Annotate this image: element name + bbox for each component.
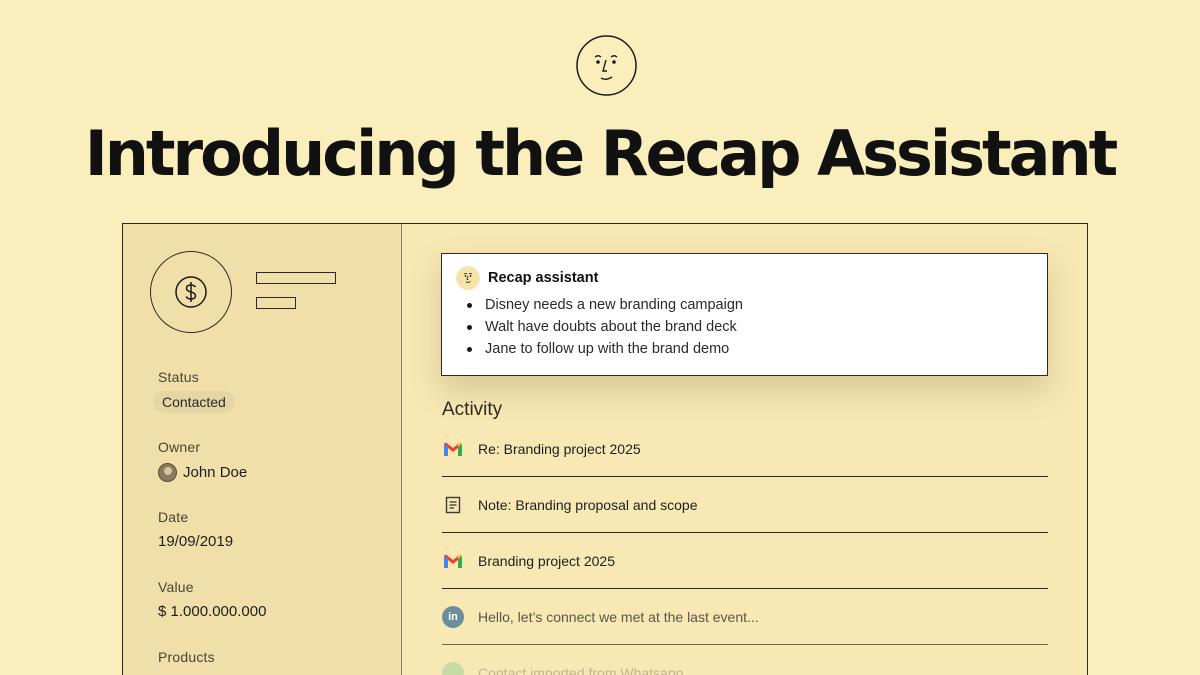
activity-item-whatsapp[interactable]: Contact imported from Whatsapp bbox=[442, 645, 1048, 675]
owner-field: Owner John Doe bbox=[158, 439, 247, 482]
recap-assistant-card: Recap assistant Disney needs a new brand… bbox=[441, 253, 1048, 376]
face-logo-icon bbox=[576, 35, 637, 96]
gmail-icon bbox=[442, 438, 464, 460]
activity-title: Activity bbox=[442, 399, 503, 420]
activity-item-linkedin[interactable]: in Hello, let’s connect we met at the la… bbox=[442, 589, 1048, 645]
products-field: Products bbox=[158, 649, 215, 665]
status-label: Status bbox=[158, 369, 199, 385]
activity-item-note[interactable]: Note: Branding proposal and scope bbox=[442, 477, 1048, 533]
value-label: Value bbox=[158, 579, 194, 595]
record-main: Recap assistant Disney needs a new brand… bbox=[403, 224, 1089, 675]
date-value[interactable]: 19/09/2019 bbox=[158, 533, 233, 550]
note-icon bbox=[442, 494, 464, 516]
activity-item-email[interactable]: Branding project 2025 bbox=[442, 533, 1048, 589]
dollar-icon bbox=[175, 276, 207, 308]
whatsapp-icon bbox=[442, 662, 464, 675]
owner-label: Owner bbox=[158, 439, 201, 455]
recap-item: Walt have doubts about the brand deck bbox=[456, 316, 1033, 338]
status-field: Status Contacted bbox=[153, 369, 235, 413]
subtitle-placeholder-bar bbox=[256, 297, 296, 309]
face-icon bbox=[456, 266, 480, 290]
name-placeholder-bar bbox=[256, 272, 336, 284]
date-label: Date bbox=[158, 509, 189, 525]
recap-header: Recap assistant bbox=[456, 266, 1033, 290]
gmail-icon bbox=[442, 550, 464, 572]
status-badge[interactable]: Contacted bbox=[153, 391, 235, 413]
activity-item-email[interactable]: Re: Branding project 2025 bbox=[442, 421, 1048, 477]
recap-list: Disney needs a new branding campaign Wal… bbox=[456, 294, 1033, 360]
value-field: Value $ 1.000.000.000 bbox=[158, 579, 266, 620]
date-field: Date 19/09/2019 bbox=[158, 509, 233, 550]
owner-avatar bbox=[158, 463, 177, 482]
page-headline: Introducing the Recap Assistant bbox=[84, 117, 1119, 190]
owner-name: John Doe bbox=[183, 464, 248, 481]
value-amount[interactable]: $ 1.000.000.000 bbox=[158, 603, 266, 620]
owner-value[interactable]: John Doe bbox=[158, 463, 247, 482]
products-label: Products bbox=[158, 649, 215, 665]
company-avatar bbox=[150, 251, 232, 333]
activity-text: Branding project 2025 bbox=[478, 552, 615, 569]
linkedin-icon: in bbox=[442, 605, 464, 628]
activity-text: Note: Branding proposal and scope bbox=[478, 496, 698, 513]
activity-text: Contact imported from Whatsapp bbox=[478, 665, 684, 675]
record-sidebar: Status Contacted Owner John Doe Date 19/… bbox=[123, 224, 402, 675]
activity-text: Re: Branding project 2025 bbox=[478, 440, 641, 457]
activity-text: Hello, let’s connect we met at the last … bbox=[478, 608, 759, 625]
recap-item: Jane to follow up with the brand demo bbox=[456, 338, 1033, 360]
recap-title: Recap assistant bbox=[488, 270, 599, 286]
crm-record-panel: Status Contacted Owner John Doe Date 19/… bbox=[122, 223, 1088, 675]
recap-item: Disney needs a new branding campaign bbox=[456, 294, 1033, 316]
